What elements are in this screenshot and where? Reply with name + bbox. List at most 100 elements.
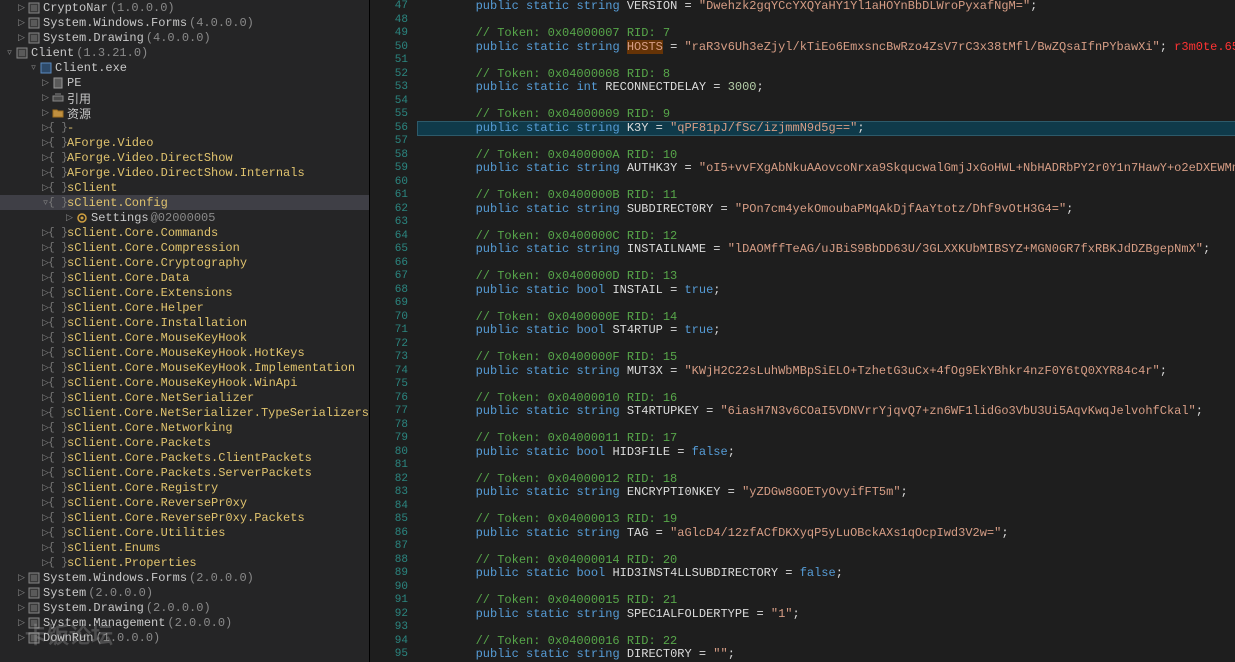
- expand-arrow-icon[interactable]: ▷: [16, 33, 27, 43]
- tree-item[interactable]: ▷System.Management (2.0.0.0): [0, 615, 369, 630]
- code-line[interactable]: public static string HOSTS = "raR3v6Uh3e…: [418, 41, 1235, 55]
- tree-item[interactable]: ▷{ }sClient.Core.Packets.ClientPackets: [0, 450, 369, 465]
- code-line[interactable]: public static string INSTAILNAME = "lDAO…: [418, 243, 1235, 257]
- code-line[interactable]: public static string DIRECT0RY = "";: [418, 648, 1235, 662]
- code-line[interactable]: [418, 135, 1235, 149]
- tree-item[interactable]: ▷{ }sClient.Core.MouseKeyHook.WinApi: [0, 375, 369, 390]
- tree-item[interactable]: ▷System (2.0.0.0): [0, 585, 369, 600]
- code-line[interactable]: // Token: 0x04000008 RID: 8: [418, 68, 1235, 82]
- tree-item[interactable]: ▷{ }sClient.Core.Packets: [0, 435, 369, 450]
- tree-item[interactable]: ▷{ }sClient.Core.MouseKeyHook.HotKeys: [0, 345, 369, 360]
- tree-item[interactable]: ▷{ }AForge.Video.DirectShow.Internals: [0, 165, 369, 180]
- code-line[interactable]: // Token: 0x04000013 RID: 19: [418, 513, 1235, 527]
- code-line[interactable]: public static bool INSTAIL = true;: [418, 284, 1235, 298]
- tree-item[interactable]: ▷{ }sClient.Core.MouseKeyHook: [0, 330, 369, 345]
- code-line[interactable]: public static string SUBDIRECT0RY = "POn…: [418, 203, 1235, 217]
- tree-item[interactable]: ▷{ }sClient.Core.Packets.ServerPackets: [0, 465, 369, 480]
- code-line[interactable]: // Token: 0x04000010 RID: 16: [418, 392, 1235, 406]
- code-line[interactable]: // Token: 0x04000014 RID: 20: [418, 554, 1235, 568]
- code-line[interactable]: public static int RECONNECTDELAY = 3000;: [418, 81, 1235, 95]
- code-line[interactable]: // Token: 0x04000007 RID: 7: [418, 27, 1235, 41]
- code-line[interactable]: [418, 581, 1235, 595]
- expand-arrow-icon[interactable]: ▷: [16, 588, 27, 598]
- code-line[interactable]: // Token: 0x04000011 RID: 17: [418, 432, 1235, 446]
- code-line[interactable]: // Token: 0x0400000F RID: 15: [418, 351, 1235, 365]
- code-line[interactable]: [418, 54, 1235, 68]
- code-line[interactable]: public static string TAG = "aGlcD4/12zfA…: [418, 527, 1235, 541]
- tree-item[interactable]: ▷{ }sClient.Core.Extensions: [0, 285, 369, 300]
- tree-item[interactable]: ▷{ }sClient: [0, 180, 369, 195]
- code-line[interactable]: [418, 419, 1235, 433]
- code-line[interactable]: // Token: 0x0400000A RID: 10: [418, 149, 1235, 163]
- code-line[interactable]: public static bool HID3FILE = false;: [418, 446, 1235, 460]
- tree-item[interactable]: ▿{ }sClient.Config: [0, 195, 369, 210]
- code-area[interactable]: public static string VERSION = "Dwehzk2g…: [418, 0, 1235, 662]
- tree-item[interactable]: ▷{ }AForge.Video: [0, 135, 369, 150]
- code-line[interactable]: // Token: 0x0400000C RID: 12: [418, 230, 1235, 244]
- code-line[interactable]: [418, 95, 1235, 109]
- tree-item[interactable]: ▷{ }sClient.Core.Compression: [0, 240, 369, 255]
- tree-item[interactable]: ▿Client.exe: [0, 60, 369, 75]
- code-line[interactable]: // Token: 0x0400000D RID: 13: [418, 270, 1235, 284]
- tree-item[interactable]: ▷{ }sClient.Properties: [0, 555, 369, 570]
- code-line[interactable]: [418, 540, 1235, 554]
- code-line[interactable]: public static string K3Y = "qPF81pJ/fSc/…: [418, 122, 1235, 136]
- expand-arrow-icon[interactable]: ▿: [4, 48, 15, 58]
- tree-item[interactable]: ▷CryptoNar (1.0.0.0): [0, 0, 369, 15]
- code-line[interactable]: [418, 216, 1235, 230]
- code-line[interactable]: [418, 176, 1235, 190]
- tree-item[interactable]: ▷{ }sClient.Core.NetSerializer.TypeSeria…: [0, 405, 369, 420]
- code-line[interactable]: // Token: 0x0400000B RID: 11: [418, 189, 1235, 203]
- tree-item[interactable]: ▷{ }sClient.Enums: [0, 540, 369, 555]
- code-line[interactable]: // Token: 0x0400000E RID: 14: [418, 311, 1235, 325]
- tree-item[interactable]: ▷{ }sClient.Core.Data: [0, 270, 369, 285]
- tree-item[interactable]: ▷{ }sClient.Core.ReversePr0xy: [0, 495, 369, 510]
- code-line[interactable]: public static string SPEC1ALFOLDERTYPE =…: [418, 608, 1235, 622]
- tree-item[interactable]: ▷{ }sClient.Core.MouseKeyHook.Implementa…: [0, 360, 369, 375]
- code-line[interactable]: [418, 14, 1235, 28]
- tree-item[interactable]: ▷{ }sClient.Core.NetSerializer: [0, 390, 369, 405]
- code-line[interactable]: public static bool ST4RTUP = true;: [418, 324, 1235, 338]
- code-editor[interactable]: 4748495051525354555657585960616263646566…: [370, 0, 1235, 662]
- expand-arrow-icon[interactable]: ▷: [40, 93, 51, 103]
- tree-item[interactable]: ▷{ }AForge.Video.DirectShow: [0, 150, 369, 165]
- code-line[interactable]: // Token: 0x04000012 RID: 18: [418, 473, 1235, 487]
- code-line[interactable]: // Token: 0x04000016 RID: 22: [418, 635, 1235, 649]
- tree-item[interactable]: ▷{ }sClient.Core.Registry: [0, 480, 369, 495]
- tree-item[interactable]: ▷{ }sClient.Core.Cryptography: [0, 255, 369, 270]
- tree-item[interactable]: ▷{ }sClient.Core.Networking: [0, 420, 369, 435]
- tree-item[interactable]: ▷资源: [0, 105, 369, 120]
- code-line[interactable]: [418, 500, 1235, 514]
- expand-arrow-icon[interactable]: ▷: [16, 618, 27, 628]
- code-line[interactable]: // Token: 0x04000009 RID: 9: [418, 108, 1235, 122]
- code-line[interactable]: public static string ENCRYPTI0NKEY = "yZ…: [418, 486, 1235, 500]
- expand-arrow-icon[interactable]: ▷: [64, 213, 75, 223]
- code-line[interactable]: [418, 459, 1235, 473]
- code-line[interactable]: public static string MUT3X = "KWjH2C22sL…: [418, 365, 1235, 379]
- expand-arrow-icon[interactable]: ▷: [16, 3, 27, 13]
- tree-item[interactable]: ▷Settings @02000005: [0, 210, 369, 225]
- assembly-explorer[interactable]: ▷CryptoNar (1.0.0.0)▷System.Windows.Form…: [0, 0, 370, 662]
- tree-item[interactable]: ▷{ }sClient.Core.Installation: [0, 315, 369, 330]
- tree-item[interactable]: ▷System.Drawing (4.0.0.0): [0, 30, 369, 45]
- code-line[interactable]: public static string AUTHK3Y = "oI5+vvFX…: [418, 162, 1235, 176]
- expand-arrow-icon[interactable]: ▷: [16, 603, 27, 613]
- code-line[interactable]: public static string ST4RTUPKEY = "6iasH…: [418, 405, 1235, 419]
- tree-item[interactable]: ▿Client (1.3.21.0): [0, 45, 369, 60]
- expand-arrow-icon[interactable]: ▷: [16, 633, 27, 643]
- tree-item[interactable]: ▷引用: [0, 90, 369, 105]
- code-line[interactable]: // Token: 0x04000015 RID: 21: [418, 594, 1235, 608]
- expand-arrow-icon[interactable]: ▿: [28, 63, 39, 73]
- tree-item[interactable]: ▷{ }sClient.Core.ReversePr0xy.Packets: [0, 510, 369, 525]
- tree-item[interactable]: ▷System.Drawing (2.0.0.0): [0, 600, 369, 615]
- tree-item[interactable]: ▷System.Windows.Forms (4.0.0.0): [0, 15, 369, 30]
- tree-item[interactable]: ▷DownRun (1.0.0.0): [0, 630, 369, 645]
- expand-arrow-icon[interactable]: ▷: [40, 108, 51, 118]
- tree-item[interactable]: ▷System.Windows.Forms (2.0.0.0): [0, 570, 369, 585]
- tree-item[interactable]: ▷{ }sClient.Core.Helper: [0, 300, 369, 315]
- expand-arrow-icon[interactable]: ▷: [16, 573, 27, 583]
- code-line[interactable]: [418, 378, 1235, 392]
- expand-arrow-icon[interactable]: ▷: [40, 78, 51, 88]
- tree-item[interactable]: ▷{ }sClient.Core.Utilities: [0, 525, 369, 540]
- tree-item[interactable]: ▷PE: [0, 75, 369, 90]
